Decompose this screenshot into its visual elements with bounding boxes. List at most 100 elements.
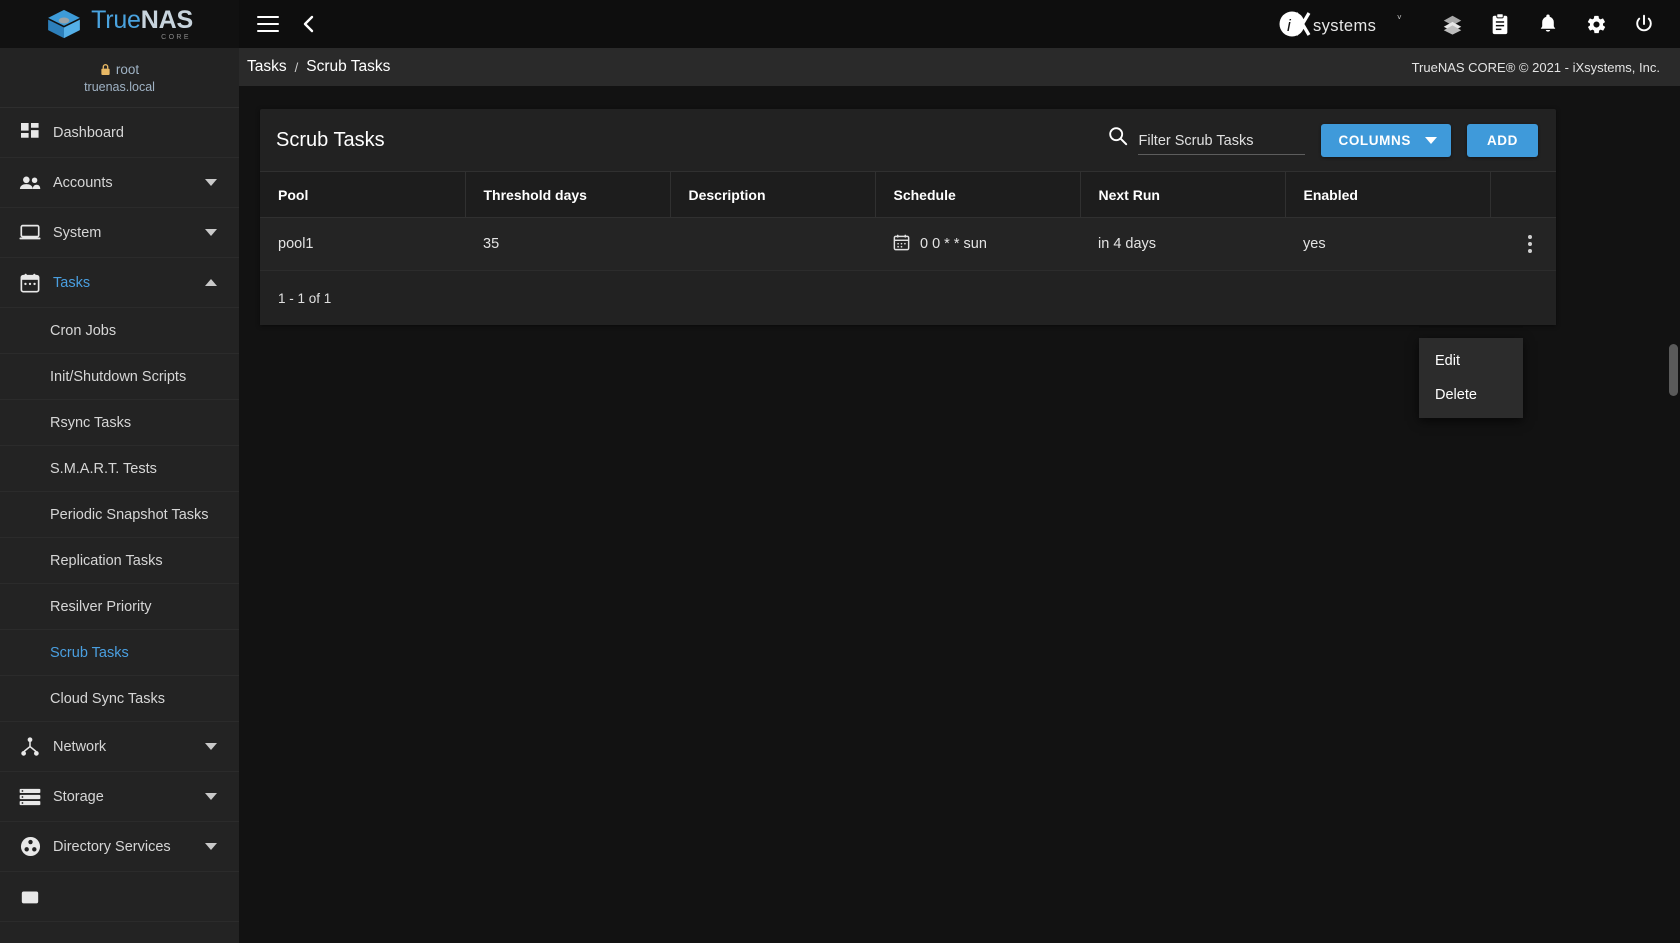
truenas-logo-icon (48, 9, 80, 39)
sidebar-item-periodic-snapshot-tasks[interactable]: Periodic Snapshot Tasks (0, 492, 239, 538)
table-row[interactable]: pool1 35 0 0 * * sun in 4 days yes (260, 217, 1556, 271)
accounts-icon (12, 175, 48, 191)
user-name: root (115, 61, 140, 77)
jails-icon[interactable] (1428, 0, 1476, 48)
cell-schedule: 0 0 * * sun (875, 217, 1080, 271)
chevron-down-icon[interactable] (205, 743, 217, 750)
chevron-down-icon[interactable] (205, 793, 217, 800)
column-header-enabled[interactable]: Enabled (1285, 171, 1491, 218)
sidebar-item-tasks[interactable]: Tasks (0, 258, 239, 308)
cell-actions (1490, 217, 1556, 271)
svg-text:systems: systems (1313, 17, 1376, 35)
chevron-up-icon[interactable] (205, 279, 217, 286)
sidebar-item-label: System (53, 224, 102, 241)
sidebar-item-directory-services[interactable]: Directory Services (0, 822, 239, 872)
sidebar-item-storage[interactable]: Storage (0, 772, 239, 822)
sidebar-item-init-shutdown-scripts[interactable]: Init/Shutdown Scripts (0, 354, 239, 400)
chevron-down-icon[interactable] (205, 843, 217, 850)
column-header-next-run[interactable]: Next Run (1080, 171, 1286, 218)
sidebar-item-smart-tests[interactable]: S.M.A.R.T. Tests (0, 446, 239, 492)
sidebar-item-cloud-sync-tasks[interactable]: Cloud Sync Tasks (0, 676, 239, 722)
user-info-block: root truenas.local (0, 48, 239, 108)
scrub-tasks-table: Pool Threshold days Description Schedule… (260, 171, 1556, 271)
lock-icon (101, 63, 110, 75)
directory-services-icon (12, 836, 48, 857)
context-menu-item-delete[interactable]: Delete (1419, 378, 1523, 412)
cell-next-run: in 4 days (1080, 217, 1285, 271)
sidebar-subitem-label: Rsync Tasks (50, 414, 132, 431)
user-host: truenas.local (84, 79, 155, 94)
column-header-threshold-days[interactable]: Threshold days (465, 171, 671, 218)
top-bar: TrueNAS CORE i systems ˅ (0, 0, 1680, 48)
sidebar-subitem-label: Cloud Sync Tasks (50, 690, 165, 707)
cell-pool: pool1 (260, 217, 465, 271)
notifications-bell-icon[interactable] (1524, 0, 1572, 48)
breadcrumb: Tasks / Scrub Tasks TrueNAS CORE® © 2021… (239, 48, 1680, 86)
columns-button-label: COLUMNS (1338, 132, 1411, 148)
add-button[interactable]: ADD (1466, 123, 1538, 157)
chevron-left-icon[interactable] (299, 14, 319, 34)
table-header-row: Pool Threshold days Description Schedule… (260, 171, 1556, 218)
kebab-menu-icon[interactable] (1510, 218, 1550, 270)
sidebar-item-dashboard[interactable]: Dashboard (0, 108, 239, 158)
column-header-description[interactable]: Description (670, 171, 876, 218)
context-menu-label: Edit (1435, 353, 1460, 369)
sidebar-item-replication-tasks[interactable]: Replication Tasks (0, 538, 239, 584)
page-title: Scrub Tasks (276, 128, 385, 151)
sidebar-subitem-label: Scrub Tasks (50, 644, 129, 661)
sidebar-item-next[interactable] (0, 872, 239, 922)
tasks-calendar-icon (12, 273, 48, 293)
sidebar-item-label: Directory Services (53, 838, 171, 855)
logo-subtitle: CORE (161, 33, 191, 41)
hamburger-icon[interactable] (257, 16, 279, 32)
settings-gear-icon[interactable] (1572, 0, 1620, 48)
copyright-text: TrueNAS CORE® © 2021 - iXsystems, Inc. (1411, 59, 1660, 75)
sidebar-item-accounts[interactable]: Accounts (0, 158, 239, 208)
brand-logo[interactable]: TrueNAS CORE (0, 0, 239, 48)
paginator: 1 - 1 of 1 (260, 271, 1556, 325)
breadcrumb-parent[interactable]: Tasks (247, 58, 287, 76)
schedule-text: 0 0 * * sun (920, 236, 987, 252)
search-icon[interactable] (1108, 126, 1128, 155)
dashboard-icon (12, 123, 48, 142)
scrollbar-thumb[interactable] (1669, 344, 1678, 396)
storage-icon (12, 788, 48, 806)
logo-text-true: True (91, 5, 141, 34)
network-icon (12, 736, 48, 757)
sidebar-item-scrub-tasks[interactable]: Scrub Tasks (0, 630, 239, 676)
sidebar-item-network[interactable]: Network (0, 722, 239, 772)
sidebar-item-label: Network (53, 738, 107, 755)
column-header-pool[interactable]: Pool (260, 171, 466, 218)
tasks-clipboard-icon[interactable] (1476, 0, 1524, 48)
context-menu-label: Delete (1435, 387, 1477, 403)
chevron-down-icon[interactable] (205, 179, 217, 186)
sidebar-item-label: Dashboard (53, 124, 124, 141)
sidebar-item-system[interactable]: System (0, 208, 239, 258)
chevron-down-icon (1424, 136, 1437, 144)
filter-group (1108, 126, 1306, 155)
sidebar-item-cron-jobs[interactable]: Cron Jobs (0, 308, 239, 354)
row-context-menu: Edit Delete (1419, 338, 1523, 418)
column-header-schedule[interactable]: Schedule (875, 171, 1081, 218)
context-menu-item-edit[interactable]: Edit (1419, 344, 1523, 378)
sidebar-item-rsync-tasks[interactable]: Rsync Tasks (0, 400, 239, 446)
sidebar-subitem-label: Resilver Priority (50, 598, 152, 615)
calendar-icon (893, 234, 910, 255)
cell-threshold-days: 35 (465, 217, 670, 271)
card-header: Scrub Tasks COLUMNS (260, 109, 1556, 171)
column-header-actions (1490, 171, 1556, 218)
svg-text:˅: ˅ (1397, 13, 1402, 22)
search-input[interactable] (1138, 132, 1306, 155)
sidebar-subitem-label: Cron Jobs (50, 322, 117, 339)
sharing-icon (12, 887, 48, 907)
chevron-down-icon[interactable] (205, 229, 217, 236)
sidebar-subitem-label: Replication Tasks (50, 552, 163, 569)
sidebar-subitem-label: S.M.A.R.T. Tests (50, 460, 157, 477)
power-icon[interactable] (1620, 0, 1668, 48)
main-content: Tasks / Scrub Tasks TrueNAS CORE® © 2021… (239, 48, 1680, 943)
columns-button[interactable]: COLUMNS (1321, 123, 1451, 157)
cell-description (670, 217, 875, 271)
breadcrumb-current: Scrub Tasks (306, 58, 391, 75)
sidebar-item-label: Accounts (53, 174, 113, 191)
sidebar-item-resilver-priority[interactable]: Resilver Priority (0, 584, 239, 630)
